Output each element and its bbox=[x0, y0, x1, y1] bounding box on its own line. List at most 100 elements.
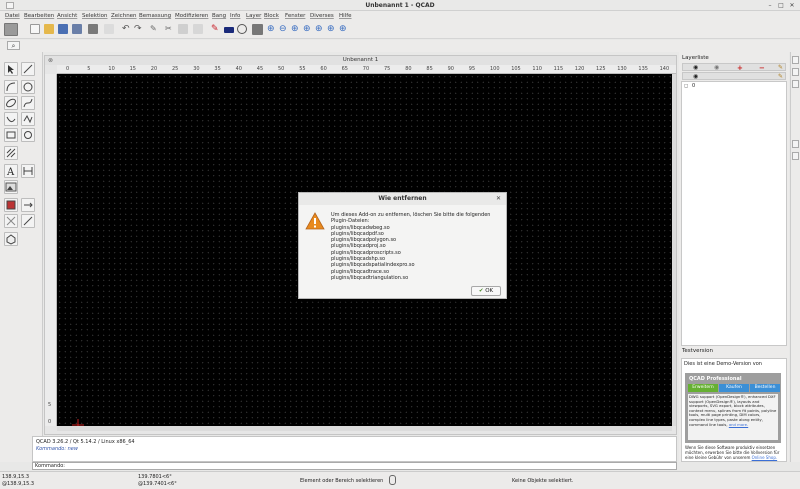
modify-tool-icon[interactable] bbox=[4, 198, 18, 212]
arc-tool-icon[interactable] bbox=[4, 80, 18, 94]
layer-visible-icon[interactable]: ◻ bbox=[684, 83, 688, 89]
copy-icon[interactable] bbox=[178, 24, 188, 34]
dock-button-icon[interactable] bbox=[792, 56, 799, 64]
line-width-icon[interactable] bbox=[224, 27, 234, 33]
block-tool-icon[interactable] bbox=[4, 232, 18, 246]
polyline-tool-icon[interactable] bbox=[4, 112, 18, 126]
freehand-tool-icon[interactable] bbox=[21, 112, 35, 126]
document-close-icon[interactable]: ⊗ bbox=[48, 57, 53, 64]
select-pointer-icon[interactable] bbox=[4, 62, 18, 76]
title-bar: Unbenannt 1 - QCAD – □ ✕ bbox=[0, 0, 800, 11]
layer-row[interactable]: ◻ 0 bbox=[683, 83, 785, 90]
menu-view[interactable]: Ansicht bbox=[57, 13, 77, 19]
vertical-ruler: 5 0 bbox=[45, 74, 57, 426]
vertical-scrollbar[interactable] bbox=[672, 74, 676, 426]
menu-file[interactable]: Datei bbox=[5, 13, 20, 19]
measure-tool-icon[interactable] bbox=[21, 214, 35, 228]
menu-dimension[interactable]: Bemassung bbox=[139, 13, 171, 19]
rectangle-tool-icon[interactable] bbox=[4, 128, 18, 142]
dialog-close-icon[interactable]: ✕ bbox=[496, 195, 501, 202]
pencil-icon[interactable]: ✎ bbox=[150, 24, 160, 34]
layer-settings-icon[interactable]: ✎ bbox=[778, 73, 783, 80]
redo-icon[interactable]: ↷ bbox=[134, 24, 144, 34]
main-toolbar: ↶ ↷ ✎ ✂ ✎ ⊕ ⊖ ⊕ ⊕ ⊕ ⊕ ⊕ bbox=[0, 21, 800, 39]
h-tick-label: 100 bbox=[490, 66, 500, 72]
horizontal-scrollbar[interactable] bbox=[57, 426, 672, 431]
minimize-icon[interactable]: – bbox=[766, 2, 774, 9]
history-line: Kommando: new bbox=[36, 446, 78, 452]
line-type-icon[interactable] bbox=[237, 24, 247, 34]
zoom-pan-icon[interactable]: ⊕ bbox=[339, 24, 349, 34]
undo-icon[interactable]: ↶ bbox=[122, 24, 132, 34]
zoom-window-icon[interactable]: ⊕ bbox=[315, 24, 325, 34]
snap-tool-icon[interactable] bbox=[4, 214, 18, 228]
dimension-tool-icon[interactable] bbox=[21, 164, 35, 178]
demo-product: QCAD Professional bbox=[689, 376, 742, 382]
menu-misc[interactable]: Diverses bbox=[310, 13, 334, 19]
demo-tab-order[interactable]: Bestellen bbox=[750, 384, 780, 392]
close-icon[interactable]: ✕ bbox=[788, 2, 796, 9]
menu-bar: Datei Bearbeiten Ansicht Selektion Zeich… bbox=[0, 11, 800, 21]
print-icon[interactable] bbox=[88, 24, 98, 34]
polygon-tool-icon[interactable] bbox=[21, 128, 35, 142]
dock-button-icon[interactable] bbox=[792, 68, 799, 76]
zoom-auto-icon[interactable]: ⊕ bbox=[291, 24, 301, 34]
menu-edit[interactable]: Bearbeiten bbox=[24, 13, 54, 19]
demo-more-link[interactable]: and more. bbox=[729, 422, 748, 427]
spline-tool-icon[interactable] bbox=[21, 96, 35, 110]
line-tool-icon[interactable] bbox=[21, 62, 35, 76]
new-file-icon[interactable] bbox=[30, 24, 40, 34]
print-preview-icon[interactable] bbox=[104, 24, 114, 34]
menu-help[interactable]: Hilfe bbox=[339, 13, 352, 19]
zoom-selection-icon[interactable]: ⊕ bbox=[327, 24, 337, 34]
demo-tab-extend[interactable]: Erweitern bbox=[688, 384, 718, 392]
menu-snap[interactable]: Bang bbox=[212, 13, 226, 19]
h-tick-label: 130 bbox=[617, 66, 627, 72]
draw-mode-icon[interactable] bbox=[4, 23, 18, 36]
open-file-icon[interactable] bbox=[44, 24, 54, 34]
dock-button-icon[interactable] bbox=[792, 140, 799, 148]
dock-button-icon[interactable] bbox=[792, 152, 799, 160]
edit-layer-icon[interactable]: ✎ bbox=[778, 64, 783, 71]
v-tick-label: 5 bbox=[48, 402, 52, 408]
paste-icon[interactable] bbox=[193, 24, 203, 34]
menu-window[interactable]: Fenster bbox=[285, 13, 305, 19]
options-search-icon[interactable]: ⌕ bbox=[7, 41, 20, 50]
zoom-previous-icon[interactable]: ⊕ bbox=[303, 24, 313, 34]
save-icon[interactable] bbox=[58, 24, 68, 34]
ellipse-tool-icon[interactable] bbox=[4, 96, 18, 110]
maximize-icon[interactable]: □ bbox=[777, 2, 785, 9]
menu-draw[interactable]: Zeichnen bbox=[111, 13, 137, 19]
tools-panel: A bbox=[0, 52, 43, 462]
command-line[interactable]: Kommando: bbox=[32, 462, 677, 470]
zoom-out-icon[interactable]: ⊖ bbox=[279, 24, 289, 34]
layer-toolbar-bottom: ◉ ✎ bbox=[682, 72, 786, 80]
menu-layer[interactable]: Layer bbox=[246, 13, 261, 19]
save-as-icon[interactable] bbox=[72, 24, 82, 34]
move-tool-icon[interactable] bbox=[21, 198, 35, 212]
mouse-icon bbox=[389, 475, 396, 485]
h-tick-label: 15 bbox=[129, 66, 136, 72]
menu-modify[interactable]: Modifizieren bbox=[175, 13, 208, 19]
online-shop-link[interactable]: Online Shop. bbox=[752, 455, 778, 460]
grid-icon[interactable] bbox=[252, 24, 263, 35]
menu-info[interactable]: Info bbox=[230, 13, 240, 19]
dock-button-icon[interactable] bbox=[792, 80, 799, 88]
remove-layer-icon[interactable]: − bbox=[759, 64, 765, 72]
hide-all-layers-icon[interactable]: ◉ bbox=[714, 64, 719, 71]
ok-button[interactable]: ✔ OK bbox=[471, 286, 501, 296]
insert-image-icon[interactable] bbox=[4, 180, 18, 194]
hatch-tool-icon[interactable] bbox=[4, 146, 18, 160]
lock-all-layers-icon[interactable]: ◉ bbox=[693, 73, 698, 80]
show-all-layers-icon[interactable]: ◉ bbox=[693, 64, 698, 71]
pen-color-icon[interactable]: ✎ bbox=[211, 24, 221, 34]
circle-tool-icon[interactable] bbox=[21, 80, 35, 94]
cut-icon[interactable]: ✂ bbox=[165, 24, 175, 34]
zoom-in-icon[interactable]: ⊕ bbox=[267, 24, 277, 34]
menu-block[interactable]: Block bbox=[264, 13, 279, 19]
right-panel: Layerliste ◉ ◉ + − ✎ ◉ ✎ ◻ 0 Testversion… bbox=[679, 52, 789, 462]
menu-select[interactable]: Selektion bbox=[82, 13, 108, 19]
demo-tab-buy[interactable]: Kaufen bbox=[719, 384, 749, 392]
text-tool-icon[interactable]: A bbox=[4, 164, 18, 178]
add-layer-icon[interactable]: + bbox=[737, 64, 743, 72]
